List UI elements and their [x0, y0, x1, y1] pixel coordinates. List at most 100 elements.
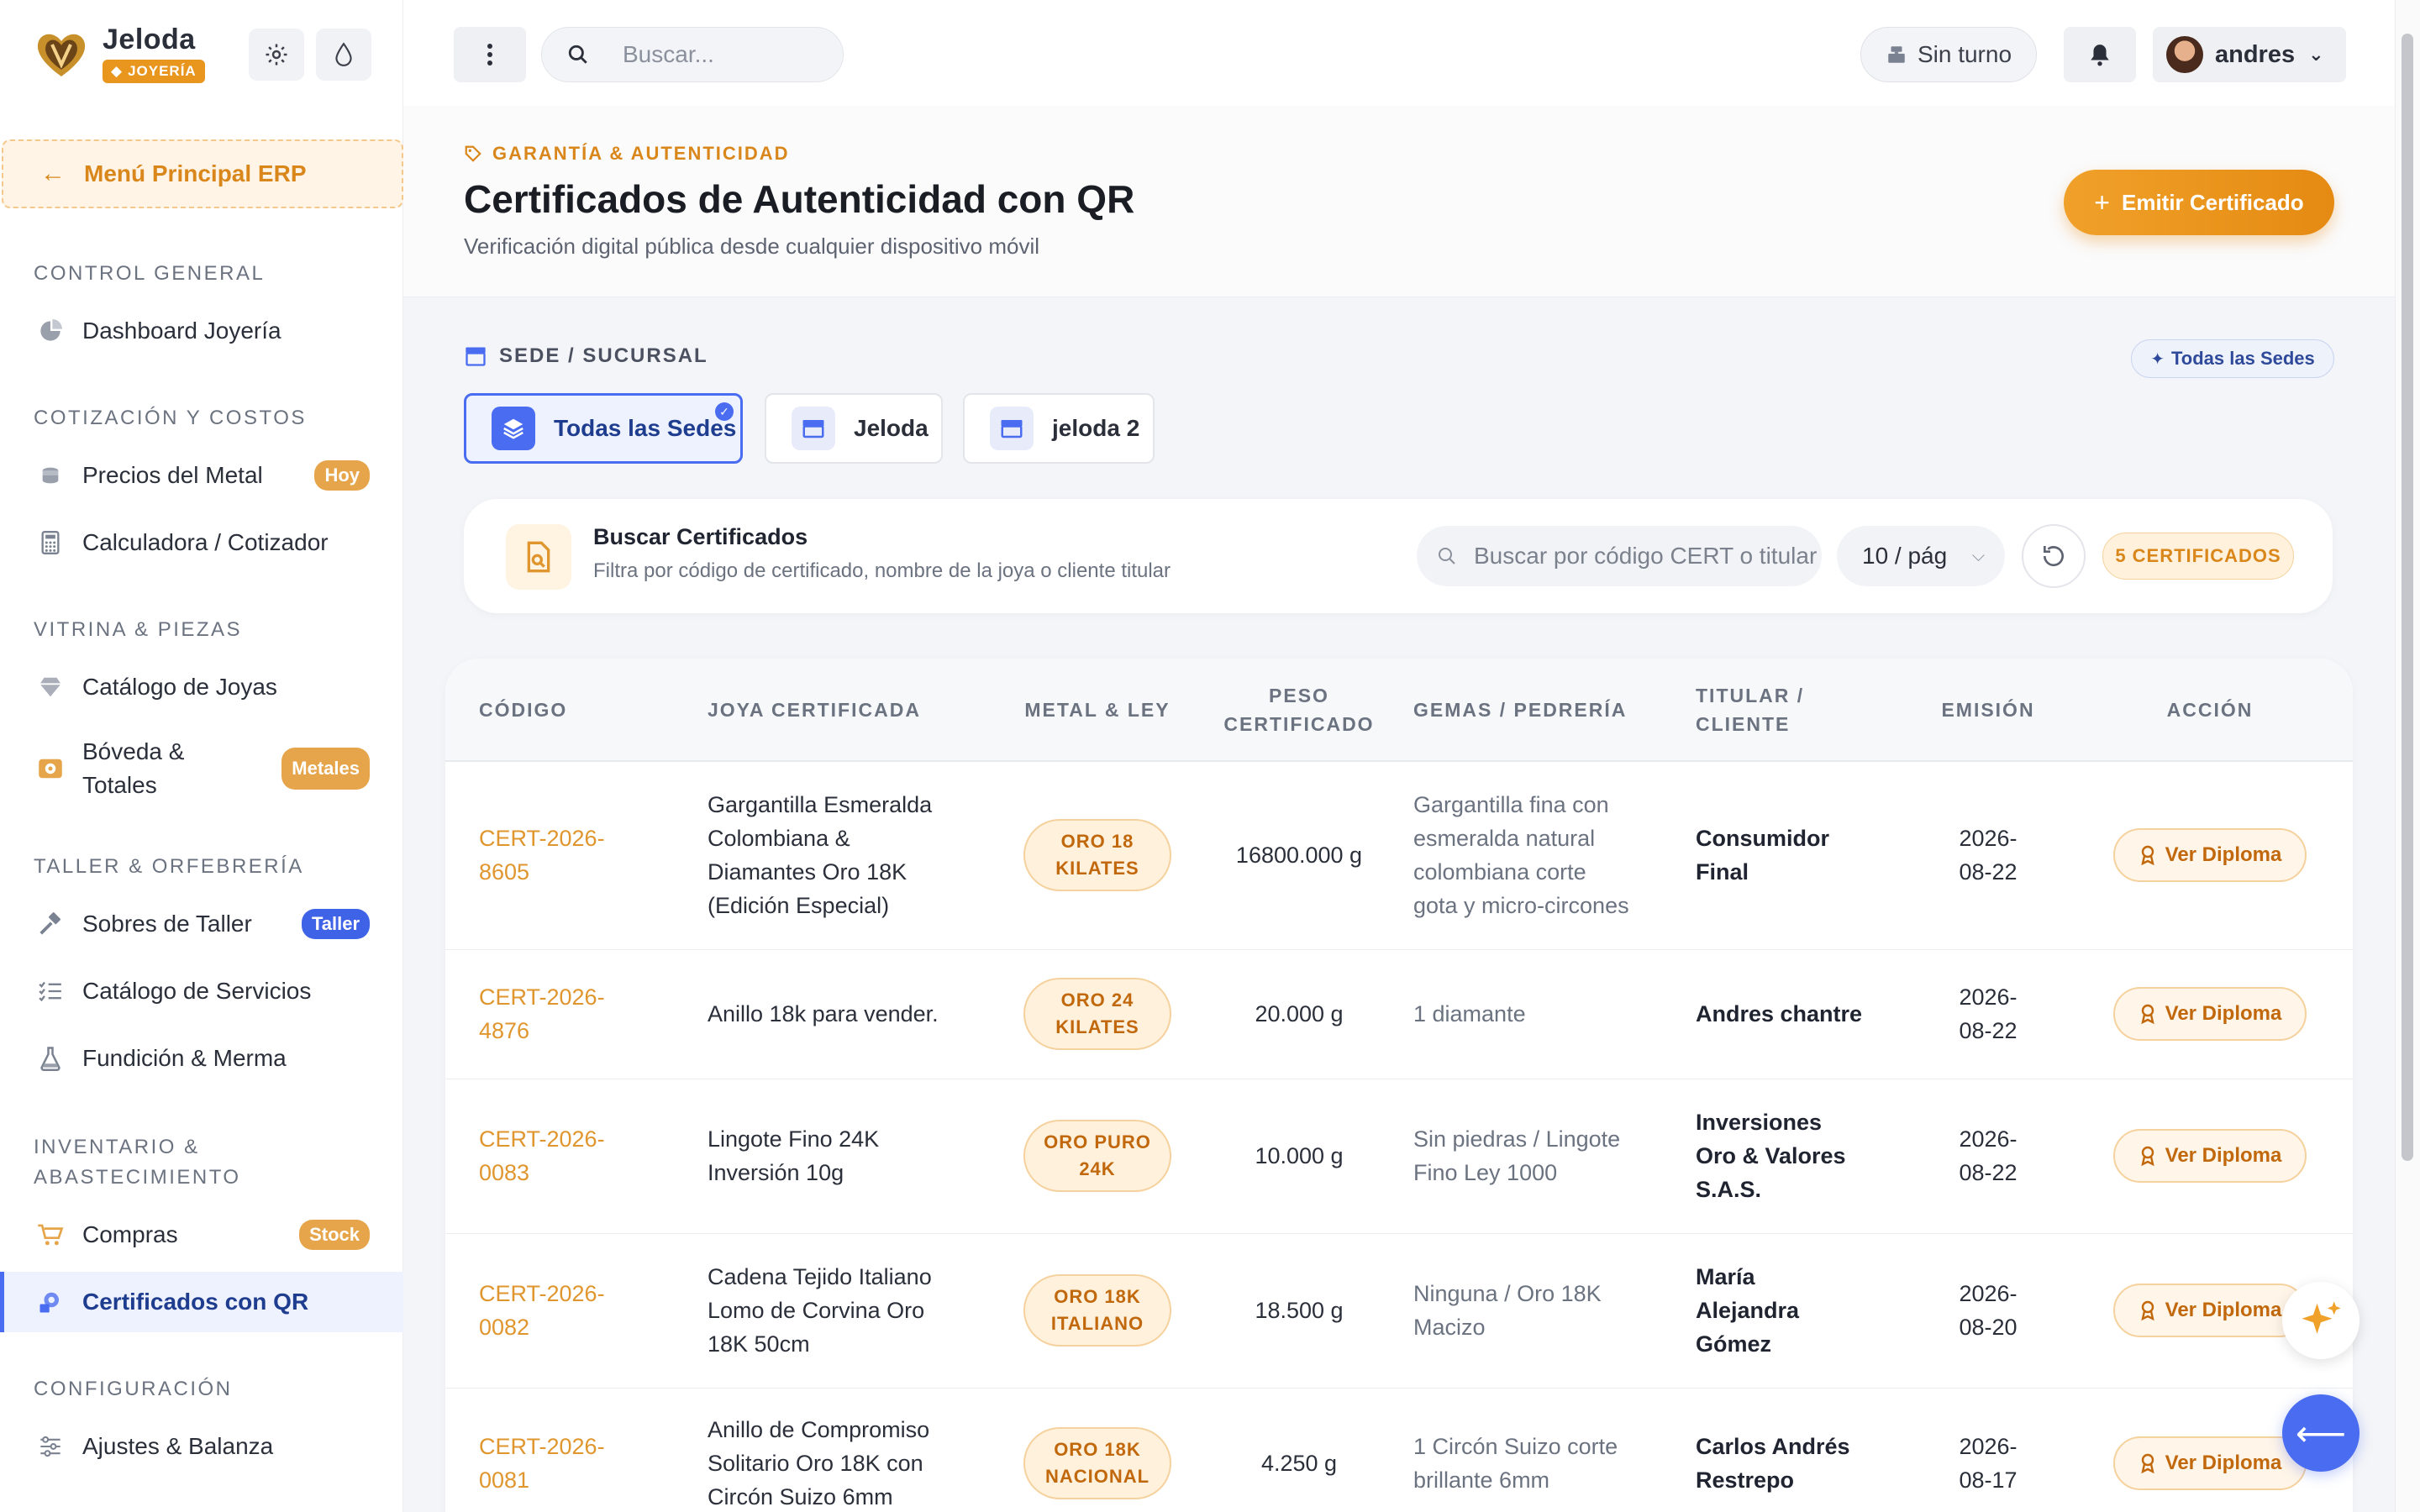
- joya-cell: Gargantilla Esmeralda Colombiana & Diamant…: [681, 761, 990, 950]
- joya-line: (Edición Especial): [708, 893, 890, 919]
- joya-line: Lomo de Corvina Oro: [708, 1298, 925, 1323]
- accion-cell: Ver Diploma: [2067, 1079, 2353, 1234]
- gemas-cell: Gargantilla fina con esmeralda natural col…: [1393, 761, 1686, 950]
- user-menu-button[interactable]: andres ⌄: [2153, 27, 2346, 82]
- accion-cell: Ver Diploma: [2067, 949, 2353, 1079]
- metal-line: ORO PURO: [1044, 1131, 1151, 1152]
- ver-diploma-label: Ver Diploma: [2165, 1144, 2282, 1167]
- award-icon: [2140, 1300, 2154, 1320]
- sidebar-item-dashboard[interactable]: Dashboard Joyería: [0, 301, 403, 361]
- sidebar-item-label: Bóveda &: [82, 738, 185, 764]
- cart-icon: [37, 1221, 64, 1248]
- sidebar-item-catalogo-servicios[interactable]: Catálogo de Servicios: [0, 961, 403, 1021]
- tag-icon: [465, 145, 481, 162]
- sidebar-item-certificados-qr[interactable]: Certificados con QR: [0, 1272, 403, 1332]
- ai-assistant-button[interactable]: [2282, 1282, 2360, 1359]
- metal-cell: ORO 18 KILATES: [990, 761, 1205, 950]
- sede-option-jeloda-2[interactable]: jeloda 2: [963, 393, 1155, 464]
- ver-diploma-button[interactable]: Ver Diploma: [2113, 828, 2307, 883]
- titular-line: Andres chantre: [1696, 1001, 1863, 1026]
- refresh-button[interactable]: [2022, 524, 2086, 588]
- page-eyebrow: GARANTÍA & AUTENTICIDAD: [464, 143, 790, 165]
- scrollbar[interactable]: [2395, 0, 2420, 1512]
- table-row: CERT-2026- 0083 Lingote Fino 24K Inversión…: [445, 1079, 2353, 1234]
- sede-option-todas[interactable]: Todas las Sedes ✓: [464, 393, 743, 464]
- cert-code[interactable]: CERT-2026- 4876: [445, 949, 681, 1079]
- page-size-select[interactable]: 10 / pág ⌵: [1837, 526, 2005, 586]
- titular-cell: María Alejandra Gómez: [1686, 1233, 1909, 1389]
- metal-badge: ORO 18 KILATES: [1023, 819, 1171, 892]
- tag-stock: Stock: [299, 1220, 370, 1250]
- sidebar-item-label: Precios del Metal: [82, 462, 263, 488]
- metal-cell: ORO 24 KILATES: [990, 949, 1205, 1079]
- ver-diploma-button[interactable]: Ver Diploma: [2113, 1129, 2307, 1183]
- chevron-down-icon: ⌵: [1971, 546, 1985, 565]
- ver-diploma-button[interactable]: Ver Diploma: [2113, 1436, 2307, 1490]
- sidebar-item-precios-metal[interactable]: Precios del Metal Hoy: [0, 445, 403, 506]
- gemas-line: 1 Circón Suizo corte: [1413, 1434, 1618, 1459]
- titular-cell: Carlos Andrés Restrepo: [1686, 1388, 1909, 1512]
- cert-code-line: CERT-2026-: [479, 1434, 605, 1459]
- gemas-line: Sin piedras / Lingote: [1413, 1126, 1621, 1152]
- titular-line: Restrepo: [1696, 1467, 1795, 1493]
- sede-option-jeloda[interactable]: Jeloda: [765, 393, 943, 464]
- cert-code[interactable]: CERT-2026- 0082: [445, 1233, 681, 1389]
- joya-line: Anillo 18k para vender.: [708, 1001, 939, 1026]
- col-emision: EMISIÓN: [1941, 698, 2035, 721]
- cash-register-icon: [1888, 46, 1905, 63]
- sidebar-item-boveda[interactable]: Bóveda & Totales Metales: [0, 731, 403, 806]
- sidebar-item-ajustes[interactable]: Ajustes & Balanza: [0, 1416, 403, 1477]
- gemas-line: Gargantilla fina con: [1413, 792, 1609, 818]
- fecha-line: 2026-: [1959, 1126, 2018, 1152]
- ver-diploma-button[interactable]: Ver Diploma: [2113, 987, 2307, 1041]
- joya-line: Cadena Tejido Italiano: [708, 1264, 932, 1289]
- refresh-icon: [2043, 546, 2064, 567]
- more-menu-button[interactable]: [454, 27, 526, 82]
- page-header: GARANTÍA & AUTENTICIDAD Certificados de …: [403, 106, 2395, 297]
- col-codigo: CÓDIGO: [479, 698, 568, 721]
- sidebar-item-catalogo-joyas[interactable]: Catálogo de Joyas: [0, 657, 403, 717]
- flask-icon: [37, 1045, 64, 1072]
- fecha-cell: 2026- 08-22: [1909, 949, 2067, 1079]
- scrollbar-thumb[interactable]: [2402, 34, 2413, 1161]
- sidebar-item-compras[interactable]: Compras Stock: [0, 1205, 403, 1265]
- sidebar-item-calculadora[interactable]: Calculadora / Cotizador: [0, 512, 403, 573]
- menu-principal-button[interactable]: ← Menú Principal ERP: [2, 139, 403, 208]
- ver-diploma-button[interactable]: Ver Diploma: [2113, 1284, 2307, 1337]
- eyebrow-label: GARANTÍA & AUTENTICIDAD: [492, 143, 790, 164]
- cert-code[interactable]: CERT-2026- 0081: [445, 1388, 681, 1512]
- brand[interactable]: Jeloda ◆ JOYERÍA: [32, 24, 205, 83]
- gemas-line: 1 diamante: [1413, 1001, 1526, 1026]
- certificate-search-input[interactable]: Buscar por código CERT o titular: [1417, 526, 1822, 586]
- cert-code[interactable]: CERT-2026- 8605: [445, 761, 681, 950]
- award-icon: [2140, 846, 2154, 866]
- notifications-button[interactable]: [2064, 27, 2136, 82]
- col-joya: JOYA CERTIFICADA: [708, 698, 921, 721]
- plus-icon: +: [2094, 186, 2110, 218]
- cert-code-line: 4876: [479, 1018, 530, 1043]
- theme-button[interactable]: [316, 29, 371, 81]
- shift-status-button[interactable]: Sin turno: [1860, 27, 2037, 82]
- metal-line: ORO 24: [1060, 990, 1134, 1011]
- bell-icon: [2091, 45, 2109, 66]
- cert-code[interactable]: CERT-2026- 0083: [445, 1079, 681, 1234]
- fecha-line: 08-22: [1959, 859, 2018, 885]
- ver-diploma-label: Ver Diploma: [2165, 843, 2282, 867]
- titular-line: Carlos Andrés: [1696, 1434, 1850, 1459]
- award-icon: [2140, 1453, 2154, 1473]
- certificates-table: CÓDIGO JOYA CERTIFICADA METAL & LEY PESO…: [445, 659, 2353, 1512]
- sidebar: Jeloda ◆ JOYERÍA ← Menú Principal ERP CO…: [0, 0, 403, 1512]
- joya-cell: Cadena Tejido Italiano Lomo de Corvina Or…: [681, 1233, 990, 1389]
- menu-principal-label: Menú Principal ERP: [84, 160, 307, 186]
- arrow-left-icon: ←: [40, 160, 66, 187]
- emit-certificate-button[interactable]: + Emitir Certificado: [2064, 170, 2334, 235]
- back-floating-button[interactable]: ⟵: [2282, 1394, 2360, 1472]
- sidebar-item-sobres-taller[interactable]: Sobres de Taller Taller: [0, 894, 403, 954]
- tag-hoy: Hoy: [314, 460, 370, 491]
- global-search-input[interactable]: Buscar...: [541, 27, 844, 82]
- sidebar-item-fundicion[interactable]: Fundición & Merma: [0, 1028, 403, 1089]
- all-branches-pill[interactable]: ✦ Todas las Sedes: [2131, 339, 2334, 378]
- section-cotizacion: COTIZACIÓN Y COSTOS: [34, 407, 307, 429]
- gemas-line: Ninguna / Oro 18K: [1413, 1281, 1602, 1306]
- settings-button[interactable]: [249, 29, 304, 81]
